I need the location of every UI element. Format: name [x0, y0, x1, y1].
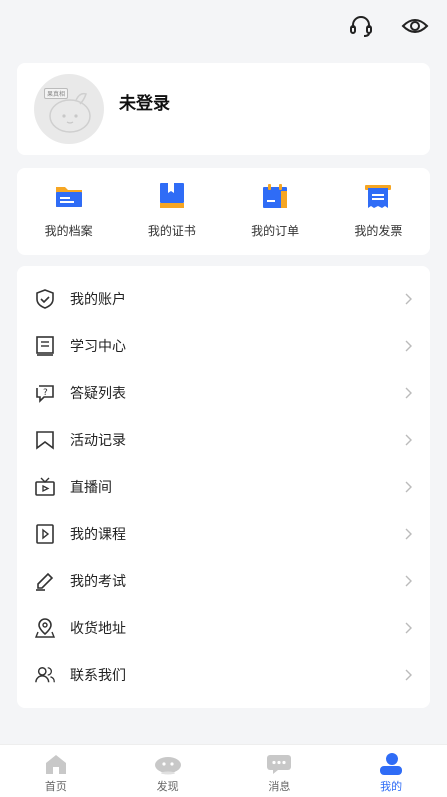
menu-item-account[interactable]: 我的账户	[17, 276, 430, 323]
chevron-right-icon	[404, 668, 414, 682]
quick-link-order[interactable]: 我的订单	[224, 168, 327, 255]
menu-item-label: 收货地址	[70, 620, 126, 637]
quick-link-label: 我的证书	[147, 224, 196, 238]
folder-icon	[54, 181, 84, 211]
menu-item-contact-us[interactable]: 联系我们	[17, 651, 430, 698]
profile-card[interactable]: 果真相 未登录	[17, 63, 430, 155]
avatar-tag: 果真相	[44, 88, 69, 99]
chevron-right-icon	[404, 339, 414, 353]
menu-item-live-room[interactable]: 直播间	[17, 464, 430, 511]
bookmark-icon	[35, 430, 55, 450]
tab-label: 首页	[44, 780, 67, 793]
svg-text:?: ?	[43, 388, 48, 398]
quick-link-label: 我的订单	[251, 224, 300, 238]
discover-icon	[153, 752, 183, 776]
message-icon	[264, 752, 294, 776]
menu-item-label: 活动记录	[70, 433, 126, 450]
question-chat-icon: ?	[35, 383, 55, 404]
bottom-tab-bar: 首页 发现 消息 我的	[0, 744, 447, 797]
tab-label: 我的	[380, 780, 403, 793]
menu-item-qa-list[interactable]: ? 答疑列表	[17, 370, 430, 417]
chevron-right-icon	[404, 480, 414, 494]
quick-link-label: 我的档案	[44, 224, 93, 238]
menu-item-my-courses[interactable]: 我的课程	[17, 510, 430, 557]
order-icon	[260, 181, 290, 211]
avatar[interactable]: 果真相	[34, 74, 104, 144]
chevron-right-icon	[404, 386, 414, 400]
menu-item-label: 学习中心	[70, 339, 126, 356]
menu-item-label: 直播间	[70, 480, 112, 496]
shield-icon	[35, 289, 55, 310]
tab-label: 发现	[156, 780, 179, 793]
menu-item-shipping-address[interactable]: 收货地址	[17, 604, 430, 651]
pencil-icon	[35, 571, 55, 591]
certificate-icon	[157, 181, 187, 211]
chevron-right-icon	[404, 574, 414, 588]
tab-messages[interactable]: 消息	[224, 745, 336, 797]
chevron-right-icon	[404, 292, 414, 306]
quick-link-invoice[interactable]: 我的发票	[327, 168, 430, 255]
username[interactable]: 未登录	[119, 89, 170, 114]
menu-item-label: 我的账户	[70, 292, 126, 309]
chevron-right-icon	[404, 527, 414, 541]
menu-item-learning-center[interactable]: 学习中心	[17, 323, 430, 370]
book-icon	[35, 336, 55, 357]
quick-link-label: 我的发票	[354, 224, 403, 238]
home-icon	[41, 752, 71, 776]
user-icon	[376, 752, 406, 776]
play-file-icon	[35, 524, 55, 544]
quick-link-archive[interactable]: 我的档案	[17, 168, 120, 255]
eye-icon[interactable]	[401, 12, 429, 40]
menu-item-label: 我的考试	[70, 573, 126, 590]
chevron-right-icon	[404, 621, 414, 635]
chevron-right-icon	[404, 433, 414, 447]
tab-me[interactable]: 我的	[335, 745, 447, 797]
menu-item-my-exams[interactable]: 我的考试	[17, 557, 430, 604]
invoice-icon	[363, 181, 393, 211]
tab-label: 消息	[268, 780, 291, 793]
tab-home[interactable]: 首页	[0, 745, 112, 797]
tab-discover[interactable]: 发现	[112, 745, 224, 797]
contacts-icon	[35, 665, 55, 685]
tv-icon	[35, 477, 55, 497]
quick-links-card: 我的档案 我的证书 我的订单 我的发票	[17, 168, 430, 255]
menu-item-label: 答疑列表	[70, 386, 126, 403]
menu-item-label: 我的课程	[70, 526, 126, 543]
menu-list: 我的账户 学习中心 ? 答疑列表 活动记录 直播间 我的课程 我的考试 收货地址…	[17, 266, 430, 708]
menu-item-label: 联系我们	[70, 667, 126, 684]
quick-link-certificate[interactable]: 我的证书	[120, 168, 223, 255]
top-bar	[0, 0, 447, 52]
headset-icon[interactable]	[347, 12, 375, 40]
menu-item-activity-records[interactable]: 活动记录	[17, 417, 430, 464]
location-icon	[35, 617, 55, 638]
